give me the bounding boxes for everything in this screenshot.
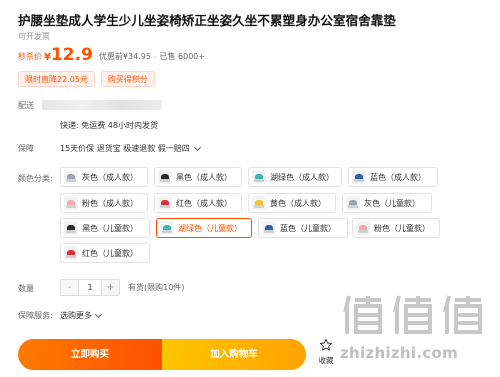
sku-thumbnail-icon [160, 221, 174, 235]
quantity-label: 数量 [18, 284, 34, 293]
sku-option-label: 灰色（儿童款） [364, 198, 420, 208]
sku-thumbnail-icon [262, 221, 276, 235]
sku-option[interactable]: 粉色（儿童款） [352, 218, 440, 238]
service-value: 选购更多 [60, 311, 92, 320]
sku-option-label: 红色（儿童款） [82, 248, 138, 258]
product-title: 护腰坐垫成人学生少儿坐姿椅矫正坐姿久坐不累塑身办公室宿舍靠垫 [18, 13, 397, 28]
coupon-points[interactable]: 购买得积分 [100, 71, 155, 87]
sku-thumbnail-icon [346, 196, 360, 210]
quantity-stepper: - 1 + [60, 279, 120, 296]
guarantee-dropdown[interactable]: 15天价保 退货宝 极速退款 假一赔四 [60, 143, 201, 154]
sku-option[interactable]: 红色（成人款） [154, 193, 242, 213]
sku-option[interactable]: 湖绿色（成人款） [248, 167, 342, 187]
guarantee-label: 保障 [18, 144, 34, 153]
price-row: 秒杀价 ¥ 12.9 优惠前¥34.95 · 已售 6000+ [18, 45, 205, 65]
sku-thumbnail-icon [64, 221, 78, 235]
star-icon [319, 338, 333, 351]
price-value: 12.9 [50, 45, 93, 65]
quantity-input[interactable]: 1 [78, 280, 102, 295]
sku-option-label: 粉色（成人款） [82, 198, 138, 208]
sku-option[interactable]: 黑色（儿童款） [60, 218, 150, 238]
sku-option[interactable]: 灰色（成人款） [60, 167, 148, 187]
invoice-note: 可开发票 [18, 32, 50, 41]
watermark: zhizhizhi.com [336, 292, 496, 372]
buy-now-button[interactable]: 立即购买 [18, 339, 162, 370]
sku-option-label: 粉色（儿童款） [374, 223, 430, 233]
sku-option[interactable]: 红色（儿童款） [60, 243, 150, 263]
favorite-button[interactable]: 收藏 [314, 338, 338, 366]
sku-thumbnail-icon [352, 170, 366, 184]
price-separator: · [153, 53, 157, 62]
sku-thumbnail-icon [64, 170, 78, 184]
shipping-info: 快递: 免运费 48小时内发货 [60, 121, 158, 130]
sku-thumbnail-icon [356, 221, 370, 235]
sku-option-label: 红色（成人款） [176, 198, 232, 208]
decrement-button[interactable]: - [61, 280, 78, 295]
sku-option[interactable]: 黄色（成人款） [248, 193, 336, 213]
sku-option-label: 湖绿色（成人款） [270, 172, 334, 182]
sku-thumbnail-icon [252, 196, 266, 210]
price-label: 秒杀价 [18, 52, 42, 61]
coupon-discount[interactable]: 限时直降22.05元 [18, 71, 95, 87]
sku-thumbnail-icon [64, 196, 78, 210]
sku-option[interactable]: 黑色（成人款） [154, 167, 242, 187]
sku-thumbnail-icon [252, 170, 266, 184]
sku-option-label: 灰色（成人款） [82, 172, 138, 182]
stock-info: 有货(限购10件) [128, 283, 185, 292]
sku-option[interactable]: 灰色（儿童款） [342, 193, 432, 213]
delivery-address-redacted [42, 100, 162, 110]
sku-option[interactable]: 粉色（成人款） [60, 193, 148, 213]
zhi-logo-watermark-icon [341, 292, 485, 336]
sku-option[interactable]: 蓝色（成人款） [348, 167, 438, 187]
sold-count: 已售 6000+ [159, 52, 206, 61]
sku-thumbnail-icon [64, 246, 78, 260]
increment-button[interactable]: + [102, 280, 119, 295]
coupon-list: 限时直降22.05元 购买得积分 [18, 71, 155, 87]
watermark-url: zhizhizhi.com [340, 344, 459, 362]
chevron-down-icon [94, 310, 103, 318]
favorite-label: 收藏 [318, 356, 334, 365]
sku-option-label: 蓝色（成人款） [370, 172, 426, 182]
delivery-label: 配送 [18, 101, 34, 110]
original-price: 优惠前¥34.95 [98, 52, 151, 61]
chevron-down-icon [193, 143, 201, 151]
sku-option[interactable]: 蓝色（儿童款） [258, 218, 348, 238]
sku-option-selected[interactable]: 湖绿色（儿童款） [156, 218, 252, 238]
color-label: 颜色分类: [18, 174, 53, 183]
price-currency: ¥ [44, 52, 51, 63]
sku-option-label: 蓝色（儿童款） [280, 223, 336, 233]
service-dropdown[interactable]: 选购更多 [60, 310, 103, 321]
sku-option-label: 湖绿色（儿童款） [178, 223, 242, 233]
service-label: 保障服务: [18, 311, 53, 320]
add-to-cart-button[interactable]: 加入购物车 [162, 339, 306, 370]
sku-option-label: 黄色（成人款） [270, 198, 326, 208]
sku-option-label: 黑色（成人款） [176, 172, 232, 182]
guarantee-text: 15天价保 退货宝 极速退款 假一赔四 [60, 144, 190, 153]
sku-thumbnail-icon [158, 170, 172, 184]
sku-option-label: 黑色（儿童款） [82, 223, 138, 233]
sku-thumbnail-icon [158, 196, 172, 210]
